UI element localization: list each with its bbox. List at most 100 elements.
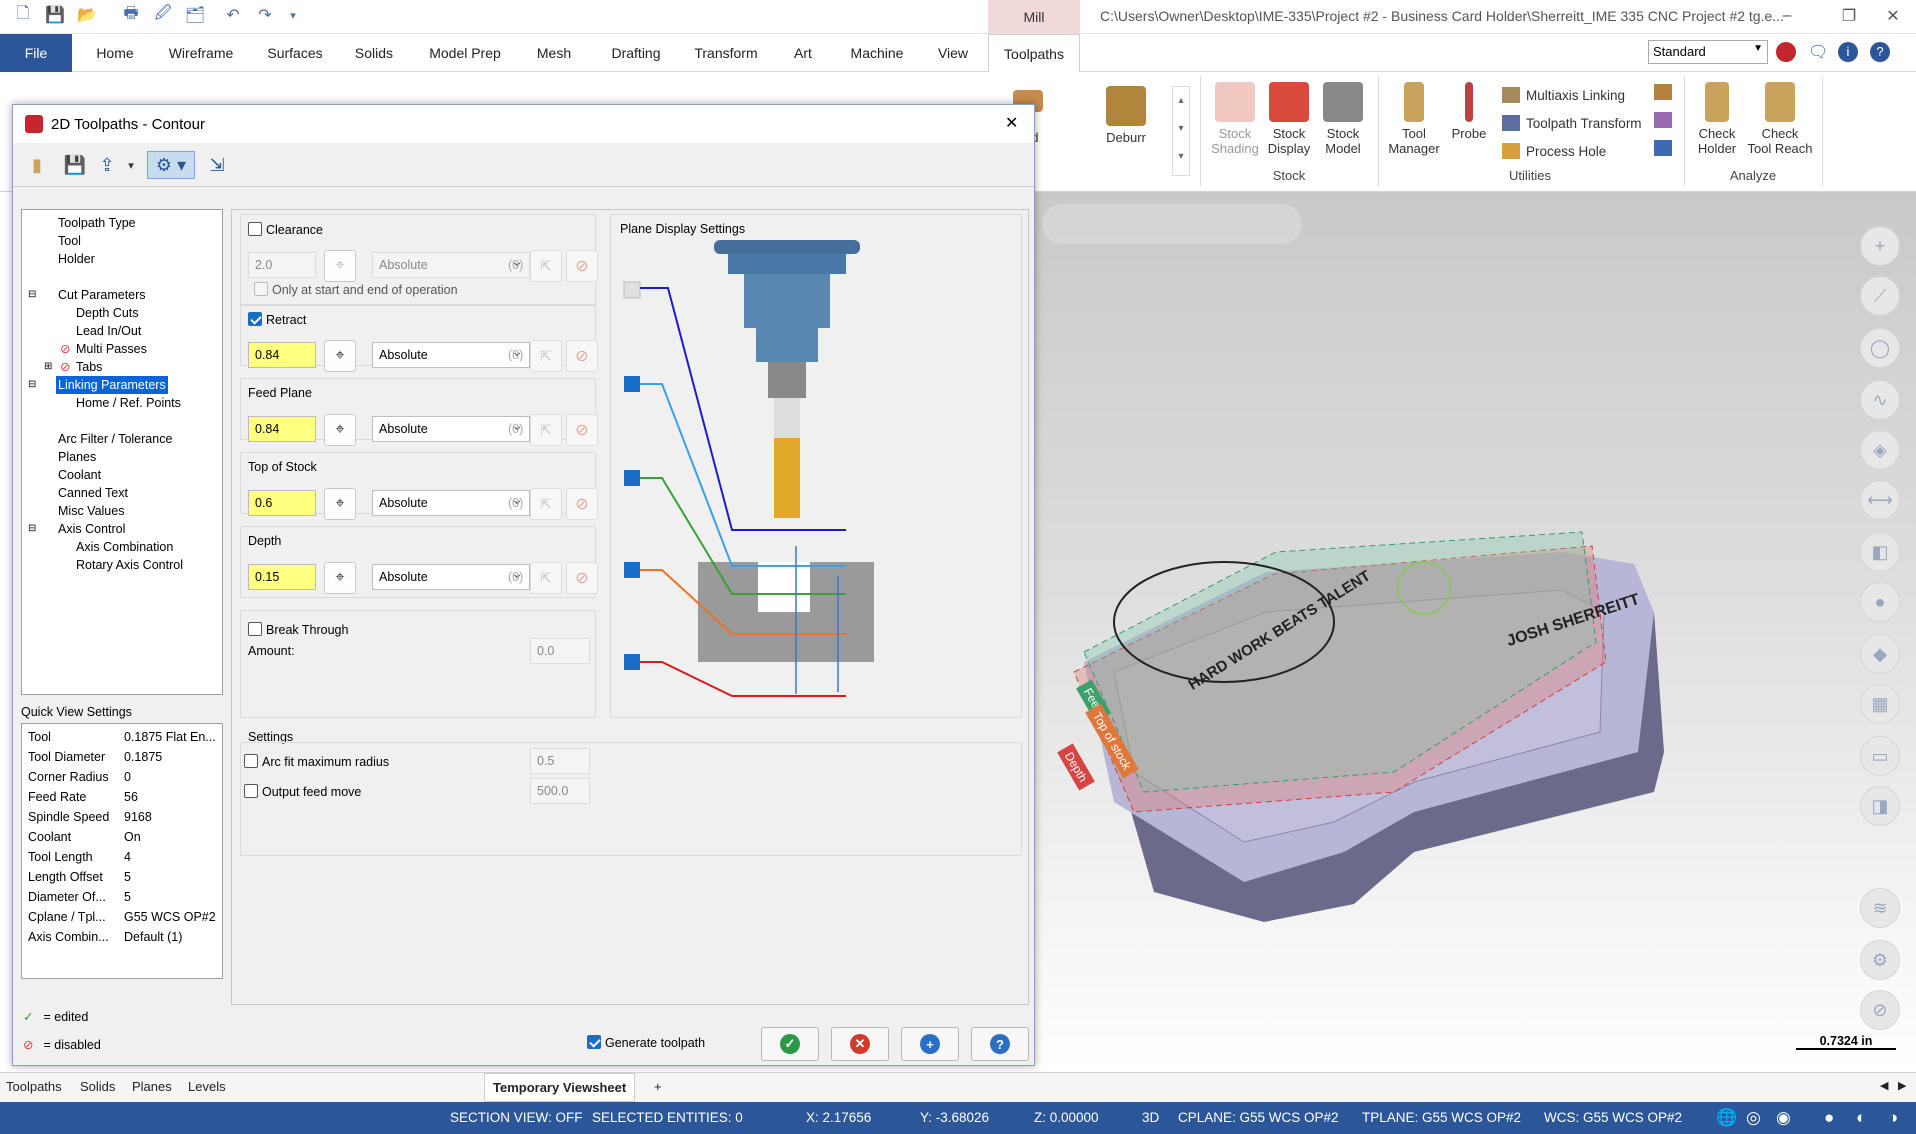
reset-icon[interactable]: ⊘	[566, 488, 598, 520]
tab-model-prep[interactable]: Model Prep	[418, 34, 512, 72]
add-viewsheet-button[interactable]: +	[654, 1079, 662, 1094]
cancel-button[interactable]: ✕	[831, 1027, 889, 1061]
info-icon[interactable]: i	[1838, 42, 1858, 62]
properties-icon[interactable]: 🗂	[184, 4, 206, 26]
collapse-icon[interactable]: ⊟	[28, 377, 36, 393]
tab-drafting[interactable]: Drafting	[594, 34, 678, 72]
selected-entities-status[interactable]: SELECTED ENTITIES: 0	[592, 1110, 743, 1125]
tab-surfaces[interactable]: Surfaces	[252, 34, 338, 72]
globe-icon[interactable]: 🌐	[1716, 1108, 1737, 1128]
retract-checkbox[interactable]: Retract	[248, 312, 306, 327]
expand-icon[interactable]: ⊞	[44, 359, 52, 375]
stock-model-button[interactable]: Stock Model	[1314, 82, 1372, 156]
line-icon[interactable]: ⟋	[1860, 276, 1900, 316]
cancel-icon[interactable]: ⊘	[1860, 990, 1900, 1030]
only-start-end-checkbox[interactable]: Only at start and end of operation	[254, 282, 458, 297]
tab-mesh[interactable]: Mesh	[522, 34, 586, 72]
tree-item-lead-in-out[interactable]: Lead In/Out	[76, 323, 141, 339]
sphere-icon[interactable]: ●	[1824, 1108, 1834, 1128]
tree-item-depth-cuts[interactable]: Depth Cuts	[76, 305, 139, 321]
collapse-icon[interactable]: ⇲	[203, 151, 231, 179]
tab-machine[interactable]: Machine	[838, 34, 916, 72]
undo-icon[interactable]: ↶	[222, 4, 244, 26]
tree-item-tabs[interactable]: Tabs	[76, 359, 102, 375]
half-sphere-icon[interactable]: ◐	[1856, 1108, 1866, 1128]
help-button[interactable]: ?	[971, 1027, 1029, 1061]
tab-art[interactable]: Art	[774, 34, 832, 72]
arc-fit-checkbox[interactable]: Arc fit maximum radius	[244, 754, 389, 769]
reset-icon[interactable]: ⊘	[566, 562, 598, 594]
select-arrow-icon[interactable]: ⇱	[530, 488, 562, 520]
break-through-amount-input[interactable]: 0.0	[530, 638, 590, 664]
tree-item-axis-combination[interactable]: Axis Combination	[76, 539, 173, 555]
tab-view[interactable]: View	[924, 34, 982, 72]
plane-icon[interactable]: ▭	[1860, 736, 1900, 776]
transform-icon[interactable]: ◧	[1860, 532, 1900, 572]
tab-solids[interactable]: Solids	[344, 34, 404, 72]
utility-extra-icon-3[interactable]	[1654, 140, 1672, 156]
tree-item-linking-parameters[interactable]: Linking Parameters	[56, 376, 168, 394]
crosshair-icon[interactable]: ⌖	[324, 340, 356, 372]
tree-item-cut-parameters[interactable]: Cut Parameters	[58, 287, 146, 303]
wcs-status[interactable]: WCS: G55 WCS OP#2	[1544, 1110, 1682, 1125]
tree-item-arc-filter[interactable]: Arc Filter / Tolerance	[58, 431, 172, 447]
tplane-status[interactable]: TPLANE: G55 WCS OP#2	[1362, 1110, 1521, 1125]
chat-icon[interactable]: 🗨	[1808, 42, 1828, 62]
stock-display-button[interactable]: Stock Display	[1260, 82, 1318, 156]
apply-button[interactable]: +	[901, 1027, 959, 1061]
multiaxis-linking-button[interactable]: Multiaxis Linking	[1502, 82, 1642, 110]
tree-item-axis-control[interactable]: Axis Control	[58, 521, 125, 537]
crosshair-icon[interactable]: ⌖	[324, 250, 356, 282]
wireframe-globe-icon[interactable]: ◎	[1746, 1108, 1761, 1128]
process-hole-button[interactable]: Process Hole	[1502, 138, 1642, 166]
tab-file[interactable]: File	[0, 34, 72, 72]
collapse-icon[interactable]: ⊟	[28, 287, 36, 303]
save-as-icon[interactable]: 🖉	[152, 4, 174, 26]
utility-extra-icon-2[interactable]	[1654, 112, 1672, 128]
section-icon[interactable]: ◨	[1860, 786, 1900, 826]
save-icon[interactable]: 💾	[44, 4, 66, 26]
check-tool-reach-button[interactable]: Check Tool Reach	[1744, 82, 1816, 156]
tab-planes-manager[interactable]: Planes	[132, 1079, 172, 1094]
layers-icon[interactable]: ▦	[1860, 684, 1900, 724]
tab-transform[interactable]: Transform	[684, 34, 768, 72]
ribbon-scroll[interactable]: ▴ ▾ ▾	[1172, 86, 1190, 176]
tab-wireframe[interactable]: Wireframe	[160, 34, 242, 72]
collapse-icon[interactable]: ⊟	[28, 521, 36, 537]
reset-icon[interactable]: ⊘	[566, 414, 598, 446]
tree-item-home-ref-points[interactable]: Home / Ref. Points	[76, 395, 181, 411]
customize-qat-icon[interactable]: ▾	[282, 4, 304, 26]
tab-toolpaths-manager[interactable]: Toolpaths	[6, 1079, 62, 1094]
tree-item-canned-text[interactable]: Canned Text	[58, 485, 128, 501]
z-coordinate[interactable]: Z: 0.00000	[1034, 1110, 1099, 1125]
select-arrow-icon[interactable]: ⇱	[530, 250, 562, 282]
sphere-icon[interactable]: ●	[1860, 582, 1900, 622]
check-holder-button[interactable]: Check Holder	[1688, 82, 1746, 156]
standard-select[interactable]: Standard ▼	[1648, 40, 1768, 64]
shaded-globe-icon[interactable]: ◉	[1776, 1108, 1791, 1128]
clearance-mode-select[interactable]: Absolute	[372, 252, 530, 278]
retract-mode-select[interactable]: Absolute	[372, 342, 530, 368]
toolpath-transform-button[interactable]: Toolpath Transform	[1502, 110, 1642, 138]
tree-item-holder[interactable]: Holder	[58, 251, 95, 267]
cplane-status[interactable]: CPLANE: G55 WCS OP#2	[1178, 1110, 1339, 1125]
tree-item-rotary-axis-control[interactable]: Rotary Axis Control	[76, 557, 183, 573]
tool-icon[interactable]: ▮	[23, 151, 51, 179]
depth-mode-select[interactable]: Absolute	[372, 564, 530, 590]
tree-item-tool[interactable]: Tool	[58, 233, 81, 249]
export-dropdown-icon[interactable]: ▾	[117, 151, 145, 179]
open-folder-icon[interactable]: 📂	[76, 4, 98, 26]
cube-icon[interactable]: ◆	[1860, 634, 1900, 674]
clearance-checkbox[interactable]: Clearance	[248, 222, 323, 237]
scroll-left-icon[interactable]: ◀	[1880, 1079, 1888, 1092]
gear-icon[interactable]: ⚙	[1860, 940, 1900, 980]
select-arrow-icon[interactable]: ⇱	[530, 340, 562, 372]
stack-icon[interactable]: ≋	[1860, 888, 1900, 928]
clearance-input[interactable]: 2.0	[248, 252, 316, 278]
tree-item-toolpath-type[interactable]: Toolpath Type	[58, 215, 136, 231]
section-view-status[interactable]: SECTION VIEW: OFF	[450, 1110, 583, 1125]
minimize-button[interactable]: –	[1764, 2, 1810, 30]
render-icon[interactable]: ◑	[1888, 1108, 1898, 1128]
feed-plane-input[interactable]: 0.84	[248, 416, 316, 442]
tree-item-multi-passes[interactable]: Multi Passes	[76, 341, 147, 357]
